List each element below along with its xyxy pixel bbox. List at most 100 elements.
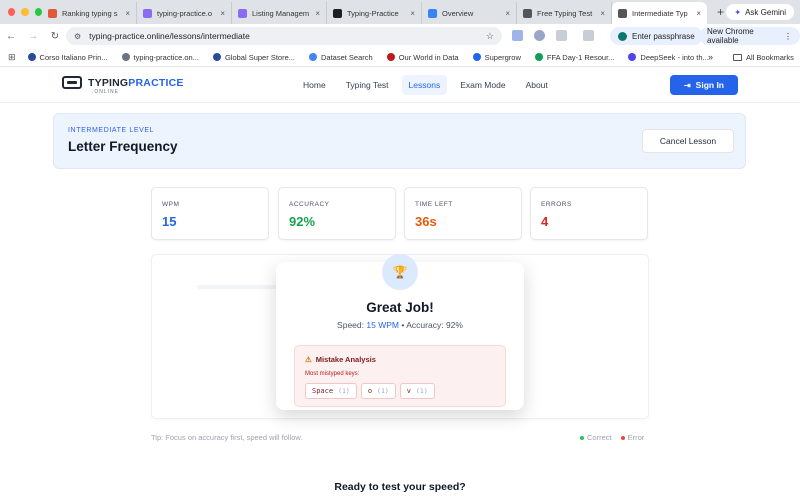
legend-correct: Correct [580,433,612,442]
tab-favicon-icon [523,8,532,18]
logo-subtitle: .ONLINE [92,89,120,95]
browser-tab[interactable]: Ranking typing s × [42,2,137,24]
all-bookmarks-item[interactable]: All Bookmarks [733,53,794,62]
result-dialog: 🏆 Great Job! Speed: 15 WPM • Accuracy: 9… [276,254,524,410]
tab-label: Listing Managem [252,8,310,18]
bookmark-item[interactable]: FFA Day-1 Resour... [534,52,615,62]
ask-gemini-button[interactable]: ✦ Ask Gemini [726,4,794,20]
browser-tab[interactable]: Listing Managem × [232,2,327,24]
separator: • [401,320,405,330]
forward-icon[interactable]: → [22,31,44,42]
bookmark-label: FFA Day-1 Resour... [546,52,615,62]
update-label: New Chrome available [707,27,754,45]
ask-gemini-label: Ask Gemini [745,7,786,17]
lesson-header: INTERMEDIATE LEVEL Letter Frequency Canc… [53,113,746,169]
keyboard-icon [62,76,82,89]
browser-tab-bar: Ranking typing s × typing-practice.o × Listi… [0,0,800,24]
passphrase-button[interactable]: Enter passphrase [610,27,703,45]
stat-label: ACCURACY [289,201,330,208]
shield-icon[interactable] [534,30,545,41]
bookmark-star-icon[interactable]: ☆ [486,31,494,42]
tab-favicon-icon [333,8,342,18]
stat-card-wpm: WPM 15 [151,187,269,240]
close-tab-icon[interactable]: × [410,9,415,18]
bookmark-item[interactable]: Our World in Data [386,52,459,62]
accuracy-value: 92% [445,320,463,330]
address-bar[interactable]: ⚙ typing-practice.online/lessons/interme… [66,27,502,45]
gemini-sparkle-icon: ✦ [734,7,742,17]
close-tab-icon[interactable]: × [696,9,701,18]
kebab-menu-icon[interactable]: ⋮ [784,32,792,41]
warning-icon: ⚠ [305,355,312,364]
bookmark-item[interactable]: Dataset Search [309,53,373,62]
bookmark-item[interactable]: DeepSeek - into th... [628,53,709,62]
cast-icon[interactable] [583,30,594,41]
site-settings-icon[interactable]: ⚙ [74,32,81,41]
browser-tab[interactable]: Intermediate Typ × [612,2,707,24]
bookmark-favicon-icon [472,53,481,61]
browser-tab[interactable]: Typing-Practice × [327,2,422,24]
nav-link-about[interactable]: About [519,75,555,95]
browser-tab[interactable]: Overview × [422,2,517,24]
browser-tab[interactable]: Free Typing Test × [517,2,612,24]
site-header: TYPINGPRACTICE .ONLINE Home Typing Test Le… [0,67,800,103]
nav-link-lessons[interactable]: Lessons [401,75,448,95]
browser-toolbar: ← → ↻ ⚙ typing-practice.online/lessons/i… [0,24,800,48]
key-name: v [406,387,412,395]
more-bookmarks-icon[interactable]: » [708,52,713,62]
close-tab-icon[interactable]: × [220,9,225,18]
bookmark-label: Global Super Store... [224,52,295,62]
error-dot-icon [620,436,625,441]
bookmark-item[interactable]: Corso Italiano Prin... [27,53,108,62]
chrome-update-button[interactable]: New Chrome available ⋮ [699,27,800,45]
sign-in-label: Sign In [695,80,725,90]
back-icon[interactable]: ← [0,31,22,42]
site-logo[interactable]: TYPINGPRACTICE .ONLINE [62,76,184,95]
speed-value: 15 WPM [366,320,399,330]
close-tab-icon[interactable]: × [505,9,510,18]
extension-icon[interactable] [512,30,523,41]
tab-label: Intermediate Typ [632,8,688,18]
logo-main: TYPING [88,76,129,89]
logo-text: TYPINGPRACTICE [88,76,184,89]
minimize-window-button[interactable] [21,8,29,16]
main-nav: Home Typing Test Lessons Exam Mode About [296,75,555,95]
bookmark-item[interactable]: Supergrow [472,53,521,62]
close-tab-icon[interactable]: × [315,9,320,18]
bookmark-label: Dataset Search [321,52,373,62]
close-tab-icon[interactable]: × [600,9,605,18]
bookmark-list: Corso Italiano Prin... typing-practice.on… [27,52,723,62]
close-window-button[interactable] [8,8,16,16]
bookmark-label: Our World in Data [398,52,459,62]
apps-grid-icon[interactable]: ⊞ [8,52,16,63]
key-name: o [367,387,373,395]
all-bookmarks-label: All Bookmarks [746,52,794,62]
sign-in-icon: ⇥ [683,80,691,90]
new-tab-button[interactable]: + [717,5,724,19]
sign-in-button[interactable]: ⇥ Sign In [670,75,738,95]
ready-heading: Ready to test your speed? [334,481,466,493]
stat-value: 15 [162,214,177,229]
lesson-level: INTERMEDIATE LEVEL [68,127,155,134]
mistake-analysis-heading: ⚠ Mistake Analysis [305,355,376,364]
nav-link-typing-test[interactable]: Typing Test [339,75,396,95]
accuracy-label: Accuracy: [406,320,444,330]
bookmark-item[interactable]: typing-practice.on... [121,53,199,62]
bookmark-item[interactable]: Global Super Store... [212,52,295,62]
nav-link-exam-mode[interactable]: Exam Mode [453,75,512,95]
mistyped-key-chip: Space (1) [305,383,357,399]
speed-label: Speed: [337,320,364,330]
tab-favicon-icon [238,8,247,18]
browser-tab[interactable]: typing-practice.o × [137,2,232,24]
nav-link-home[interactable]: Home [296,75,333,95]
bookmark-favicon-icon [628,53,637,61]
close-tab-icon[interactable]: × [125,9,130,18]
cancel-lesson-button[interactable]: Cancel Lesson [642,129,734,153]
bookmark-favicon-icon [386,53,395,61]
key-name: Space [312,387,334,395]
maximize-window-button[interactable] [34,8,42,16]
puzzle-icon[interactable] [556,30,567,41]
reload-icon[interactable]: ↻ [44,31,66,42]
stat-label: ERRORS [541,201,572,208]
tip-text: Tip: Focus on accuracy first, speed will… [151,433,303,442]
